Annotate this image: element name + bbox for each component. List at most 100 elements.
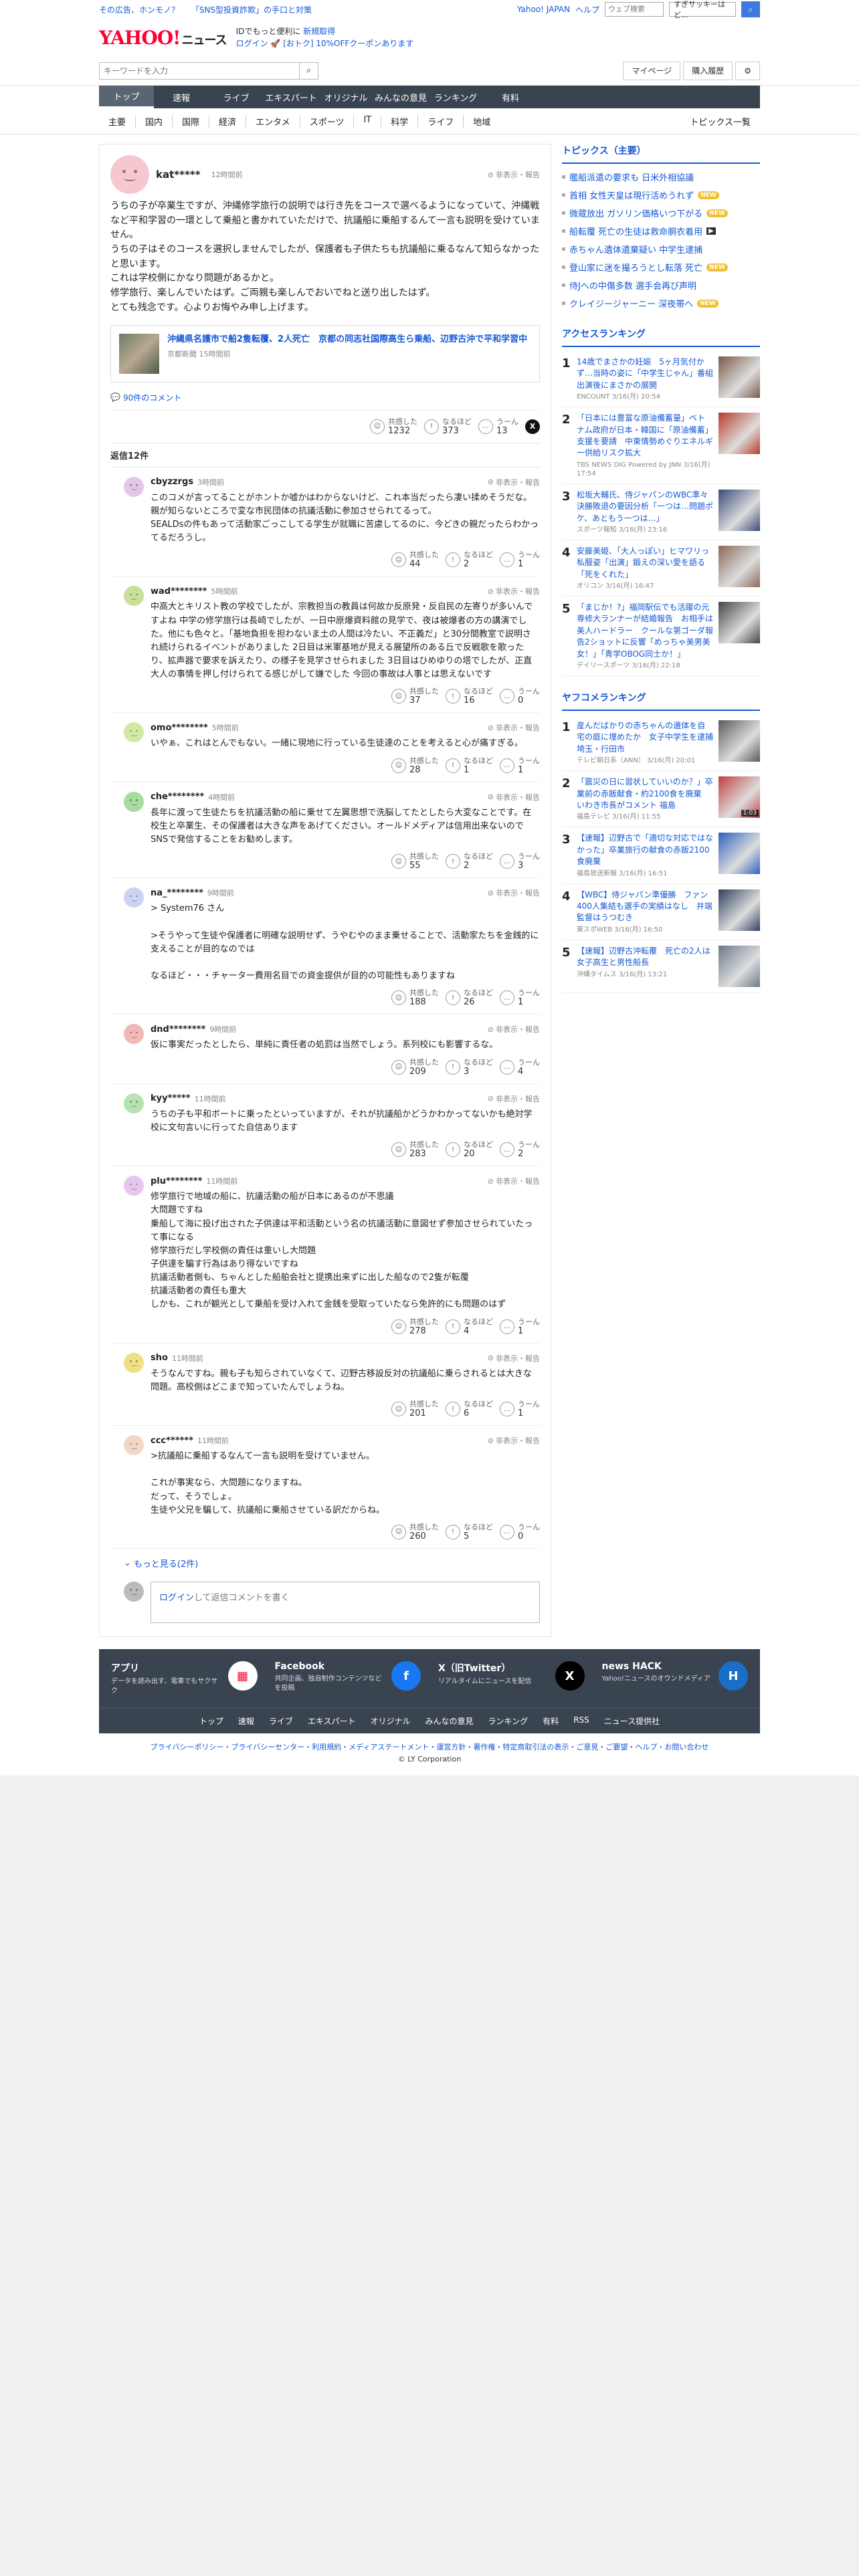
footer-link[interactable]: みんなの意見 (425, 1715, 474, 1727)
tab-opinion[interactable]: みんなの意見 (373, 86, 428, 108)
reply-author[interactable]: che******** (151, 792, 204, 802)
footer-link[interactable]: ランキング (488, 1715, 529, 1727)
footer-link[interactable]: オリジナル (371, 1715, 411, 1727)
naruhodo-button[interactable]: ! なるほど 2 (446, 852, 493, 871)
ranking-title[interactable]: 14歳でまさかの妊娠 5ヶ月気付かず…当時の姿に「中学生じゃん」番組出演後にまさ… (577, 356, 713, 391)
reply-author[interactable]: kyy***** (151, 1093, 191, 1103)
ranking-title[interactable]: 【速報】辺野古沖転覆 死亡の2人は女子高生と男性船長 (577, 946, 713, 969)
footer-card[interactable]: アプリ データを読み出す、電車でもサクサク ▦ (111, 1661, 258, 1696)
topic-title[interactable]: 艦船派遣の要求も 日米外相協議 (569, 171, 694, 183)
search-icon[interactable]: ⌕ (741, 1, 760, 17)
category-it[interactable]: IT (354, 114, 382, 128)
reply-author[interactable]: sho (151, 1353, 168, 1363)
ranking-thumbnail[interactable] (719, 945, 760, 987)
topic-item[interactable]: 侍Jへの中傷多数 選手会再び声明 (562, 276, 760, 294)
topic-title[interactable]: 船転覆 死亡の生徒は救命胴衣着用 (569, 225, 702, 237)
footer-card[interactable]: X（旧Twitter） リアルタイムにニュースを配信 X (438, 1661, 585, 1696)
login-link[interactable]: ログイン (236, 39, 268, 48)
report-button[interactable]: ⊘ 非表示・報告 (488, 586, 540, 597)
ranking-item[interactable]: 3 松坂大輔氏、侍ジャパンのWBC準々決勝敗退の要因分析「一つは…問題ポケ、あとも… (562, 484, 760, 540)
report-button[interactable]: ⊘ 非表示・報告 (488, 722, 540, 733)
naruhodo-button[interactable]: ! なるほど 373 (424, 417, 472, 436)
footer-link[interactable]: トップ (199, 1715, 223, 1727)
ranking-thumbnail[interactable] (719, 545, 760, 587)
reply-author[interactable]: cbyzzrgs (151, 477, 193, 487)
ranking-thumbnail[interactable]: 1:03 (719, 776, 760, 819)
web-search-input[interactable] (605, 2, 664, 17)
help-link[interactable]: ヘルプ (575, 4, 599, 15)
ranking-thumbnail[interactable] (719, 833, 760, 875)
topic-title[interactable]: 首相 女性天皇は現行活めうれず (569, 189, 694, 201)
reply-author[interactable]: plu******** (151, 1176, 202, 1186)
legal-links[interactable]: プライバシーポリシー・プライバシーセンター・利用規約・メディアステートメント・運… (0, 1733, 859, 1755)
topic-title[interactable]: 微蔵放出 ガソリン価格いつ下がる (569, 207, 702, 219)
footer-card-title[interactable]: X（旧Twitter） (438, 1661, 549, 1675)
tab-top[interactable]: トップ (99, 86, 154, 108)
reply-author[interactable]: dnd******** (151, 1025, 205, 1035)
uun-button[interactable]: … うーん 1 (500, 1400, 540, 1418)
ranking-title[interactable]: 【WBC】侍ジャパン準優勝 ファン400人集結も選手の実績はなし 井端監督はうつ… (577, 889, 713, 924)
ranking-thumbnail[interactable] (719, 889, 760, 931)
agree-button[interactable]: ☺ 共感した 209 (391, 1058, 439, 1077)
search-icon[interactable]: ⌕ (300, 62, 318, 80)
article-card[interactable]: 沖縄県名護市で船2隻転覆、2人死亡 京都の同志社国際高生ら乗船、辺野古沖で平和学… (110, 324, 540, 383)
avatar[interactable] (124, 1352, 144, 1373)
promo-link-ad[interactable]: その広告、ホンモノ？ (99, 5, 179, 15)
tab-paid[interactable]: 有料 (483, 86, 538, 108)
naruhodo-button[interactable]: ! なるほど 20 (446, 1140, 493, 1159)
topic-item[interactable]: クレイジージャーニー 深夜帯へ NEW (562, 294, 760, 312)
category-sports[interactable]: スポーツ (300, 114, 355, 128)
topic-item[interactable]: 船転覆 死亡の生徒は救命胴衣着用 ▶ (562, 222, 760, 240)
footer-link[interactable]: ニュース提供社 (604, 1715, 660, 1727)
avatar[interactable] (124, 586, 144, 607)
purchase-history-button[interactable]: 購入履歴 (683, 61, 733, 80)
agree-button[interactable]: ☺ 共感した 201 (391, 1400, 439, 1418)
article-title[interactable]: 沖縄県名護市で船2隻転覆、2人死亡 京都の同志社国際高生ら乗船、辺野古沖で平和学… (167, 334, 527, 346)
ranking-title[interactable]: 【速報】辺野古で「適切な対応ではなかった」卒業旅行の献食の赤飯2100食廃棄 (577, 833, 713, 867)
agree-button[interactable]: ☺ 共感した 44 (391, 550, 439, 569)
ranking-item[interactable]: 4 【WBC】侍ジャパン準優勝 ファン400人集結も選手の実績はなし 井端監督はう… (562, 884, 760, 940)
report-button[interactable]: ⊘ 非表示・報告 (488, 1093, 540, 1104)
category-economy[interactable]: 経済 (209, 114, 247, 128)
ranking-title[interactable]: 「震災の日に習状していいのか？」卒業前の赤飯献食・約2100食を廃棄 いわき市長… (577, 776, 713, 811)
topic-item[interactable]: 赤ちゃん遺体遺棄疑い 中学生逮捕 (562, 240, 760, 258)
ranking-thumbnail[interactable] (719, 720, 760, 762)
coupon-link[interactable]: [おトク] 10%OFFクーポンあります (283, 39, 413, 48)
search-suggest-pill[interactable]: すぎサッキーはど... (669, 0, 736, 19)
newshack-icon[interactable]: H (719, 1661, 748, 1691)
article-comments-link[interactable]: 💬 90件のコメント (110, 387, 540, 411)
more-replies-link[interactable]: ⌄ もっと見る(2件) (110, 1549, 540, 1576)
topic-item[interactable]: 登山家に迷を撮ろうとし転落 死亡 NEW (562, 258, 760, 276)
ranking-item[interactable]: 5 「まじか！?」福岡駅伝でも活躍の元専修大ランナーが結婚報告 お相手は美人ハード… (562, 597, 760, 677)
ranking-item[interactable]: 4 安藤美姫、「大人っぽい」ヒマワリっ私服姿「出演」鍛えの深い愛を語る「死をくれた… (562, 540, 760, 597)
tab-original[interactable]: オリジナル (318, 86, 373, 108)
report-button[interactable]: ⊘ 非表示・報告 (488, 1024, 540, 1035)
avatar[interactable] (124, 1024, 144, 1045)
yahoo-news-logo[interactable]: YAHOO! ニュース (99, 27, 227, 49)
avatar[interactable] (124, 887, 144, 908)
ranking-thumbnail[interactable] (719, 413, 760, 455)
tab-expert[interactable]: エキスパート (264, 86, 318, 108)
agree-button[interactable]: ☺ 共感した 283 (391, 1140, 439, 1159)
tab-ranking[interactable]: ランキング (428, 86, 483, 108)
footer-card-title[interactable]: アプリ (111, 1661, 221, 1675)
topic-item[interactable]: 艦船派遣の要求も 日米外相協議 (562, 168, 760, 186)
agree-button[interactable]: ☺ 共感した 28 (391, 756, 439, 775)
category-world[interactable]: 国際 (173, 114, 210, 128)
ranking-title[interactable]: 産んだばかりの赤ちゃんの遺体を自宅の庭に埋めたか 女子中学生を逮捕 埼玉・行田市 (577, 720, 721, 755)
promo-link-scam[interactable]: 「SNS型投資詐欺」の手口と対策 (191, 5, 312, 15)
footer-link[interactable]: 速報 (238, 1715, 254, 1727)
report-button[interactable]: ⊘ 非表示・報告 (488, 169, 540, 180)
avatar[interactable] (124, 1093, 144, 1113)
app-icon[interactable]: ▦ (227, 1661, 258, 1691)
ranking-item[interactable]: 2 「日本には豊富な原油備蓄量」ベトナム政府が日本・韓国に「原油備蓄」支援を要請 … (562, 407, 760, 484)
uun-button[interactable]: … うーん 1 (500, 756, 540, 775)
tab-breaking[interactable]: 速報 (154, 86, 209, 108)
reply-login-link[interactable]: ログイン (159, 1593, 194, 1603)
avatar[interactable] (124, 1435, 144, 1456)
naruhodo-button[interactable]: ! なるほど 16 (446, 687, 493, 706)
report-button[interactable]: ⊘ 非表示・報告 (488, 477, 540, 488)
ranking-item[interactable]: 3 【速報】辺野古で「適切な対応ではなかった」卒業旅行の献食の赤飯2100食廃棄福… (562, 827, 760, 884)
footer-card-title[interactable]: news HACK (602, 1661, 712, 1672)
topic-title[interactable]: 赤ちゃん遺体遺棄疑い 中学生逮捕 (569, 243, 702, 255)
